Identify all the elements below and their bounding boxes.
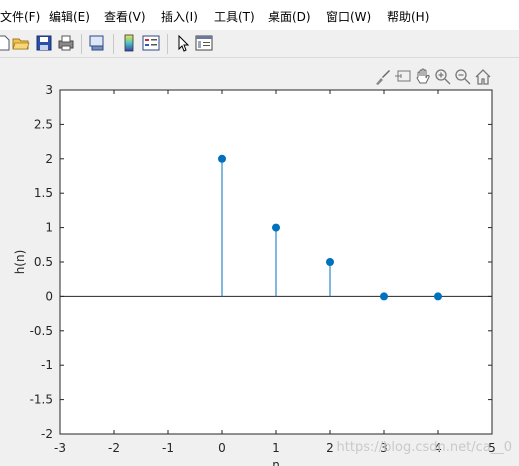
y-tick-label: 1 [45, 221, 53, 235]
y-tick-label: 0 [45, 289, 53, 303]
y-tick-label: -2 [41, 427, 53, 441]
y-axis-label: h(n) [13, 250, 27, 275]
x-tick-label: -2 [108, 441, 120, 455]
x-tick-label: 2 [326, 441, 334, 455]
x-axis-label: n [272, 458, 280, 466]
stem-marker [326, 258, 334, 266]
y-tick-label: 1.5 [34, 186, 53, 200]
stem-marker [218, 154, 226, 163]
x-tick-label: 0 [218, 441, 226, 455]
stem-plot: -3 -2 -1 0 1 2 3 4 5-2-1.5-1-0.500.511.522.53nh(… [13, 83, 512, 466]
y-tick-label: 3 [45, 83, 53, 97]
stem-marker [380, 292, 388, 301]
x-tick-label: 1 [272, 441, 280, 455]
x-tick-label: -1 [162, 441, 174, 455]
y-tick-label: -1 [41, 358, 53, 372]
y-tick-label: -1.5 [30, 393, 53, 407]
stem-marker [434, 292, 442, 301]
y-tick-label: 2.5 [34, 117, 53, 131]
watermark-text: https://blog.csdn.net/ca__0 [337, 440, 512, 455]
y-tick-label: 0.5 [34, 255, 53, 269]
x-tick-label: -3 [54, 441, 66, 455]
y-tick-label: 2 [45, 152, 53, 166]
stem-marker [272, 223, 280, 232]
y-tick-label: -0.5 [30, 324, 53, 338]
